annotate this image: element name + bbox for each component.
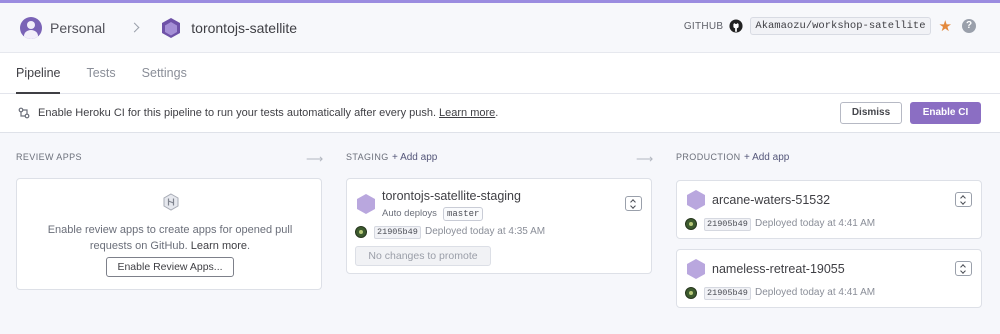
review-apps-text: Enable review apps to create apps for op… — [47, 224, 293, 252]
app-hex-icon — [687, 259, 705, 279]
tab-pipeline[interactable]: Pipeline — [16, 53, 61, 94]
production-app-name[interactable]: arcane-waters-51532 — [712, 193, 830, 207]
tab-tests[interactable]: Tests — [86, 53, 115, 94]
commit-hash[interactable]: 21905b49 — [704, 218, 751, 231]
deploy-status: Deployed today at 4:35 AM — [425, 226, 546, 237]
github-label: GITHUB — [683, 20, 724, 32]
arrow-right-icon: ⟶ — [636, 152, 654, 166]
app-menu-toggle[interactable] — [955, 261, 972, 276]
repo-link[interactable]: Akamaozu/workshop-satellite — [750, 17, 931, 35]
review-apps-period: . — [247, 240, 251, 252]
review-learn-more-link[interactable]: Learn more — [191, 240, 247, 252]
commit-author-avatar — [355, 226, 367, 238]
production-app-card[interactable]: nameless-retreat-19055 21905b49 Deployed… — [676, 249, 982, 308]
app-header: Personal torontojs-satellite GITHUB Akam… — [0, 3, 1000, 52]
ci-banner: Enable Heroku CI for this pipeline to ru… — [0, 94, 1000, 133]
star-icon[interactable]: ★ — [939, 17, 952, 35]
promote-button[interactable]: No changes to promote — [355, 246, 491, 266]
app-hex-icon — [357, 194, 375, 214]
review-apps-card: Enable review apps to create apps for op… — [16, 178, 322, 290]
commit-author-avatar — [685, 218, 697, 230]
review-apps-description: Enable review apps to create apps for op… — [37, 222, 303, 254]
production-add-app-link[interactable]: + Add app — [744, 152, 789, 163]
review-apps-heading: REVIEW APPS — [16, 152, 82, 162]
app-hex-icon — [687, 190, 705, 210]
ci-banner-period: . — [495, 107, 499, 119]
account-breadcrumb[interactable]: Personal — [50, 20, 105, 36]
app-menu-toggle[interactable] — [625, 196, 642, 211]
ci-banner-text: Enable Heroku CI for this pipeline to ru… — [38, 107, 437, 119]
enable-review-apps-button[interactable]: Enable Review Apps... — [106, 257, 234, 277]
review-apps-icon — [163, 193, 179, 211]
enable-ci-button[interactable]: Enable CI — [910, 102, 981, 124]
deploy-status: Deployed today at 4:41 AM — [755, 218, 876, 229]
commit-author-avatar — [685, 287, 697, 299]
production-app-card[interactable]: arcane-waters-51532 21905b49 Deployed to… — [676, 180, 982, 239]
github-icon — [729, 19, 743, 33]
pipeline-tabs: Pipeline Tests Settings — [0, 52, 1000, 94]
production-heading: PRODUCTION — [676, 152, 741, 162]
staging-heading: STAGING — [346, 152, 389, 162]
ci-learn-more-link[interactable]: Learn more — [439, 107, 495, 119]
dismiss-button[interactable]: Dismiss — [840, 102, 902, 124]
pipeline-icon — [162, 17, 181, 38]
staging-app-name[interactable]: torontojs-satellite-staging — [382, 189, 521, 203]
ci-pipeline-icon — [18, 107, 30, 119]
tab-settings[interactable]: Settings — [142, 53, 187, 94]
auto-deploys-label: Auto deploys — [382, 208, 437, 219]
arrow-right-icon: ⟶ — [306, 152, 324, 166]
staging-add-app-label: Add app — [400, 152, 438, 163]
plus-icon: + — [744, 152, 753, 163]
chevron-right-icon — [129, 22, 140, 33]
help-icon[interactable]: ? — [962, 19, 976, 33]
staging-add-app-link[interactable]: + Add app — [392, 152, 437, 163]
production-app-name[interactable]: nameless-retreat-19055 — [712, 262, 845, 276]
branch-badge: master — [443, 207, 484, 221]
avatar[interactable] — [20, 16, 42, 39]
plus-icon: + — [392, 152, 401, 163]
commit-hash[interactable]: 21905b49 — [704, 287, 751, 300]
deploy-status: Deployed today at 4:41 AM — [755, 287, 876, 298]
staging-app-card[interactable]: torontojs-satellite-staging Auto deploys… — [346, 178, 652, 274]
production-add-app-label: Add app — [752, 152, 790, 163]
pipeline-name[interactable]: torontojs-satellite — [191, 20, 297, 36]
commit-hash[interactable]: 21905b49 — [374, 226, 421, 239]
app-menu-toggle[interactable] — [955, 192, 972, 207]
